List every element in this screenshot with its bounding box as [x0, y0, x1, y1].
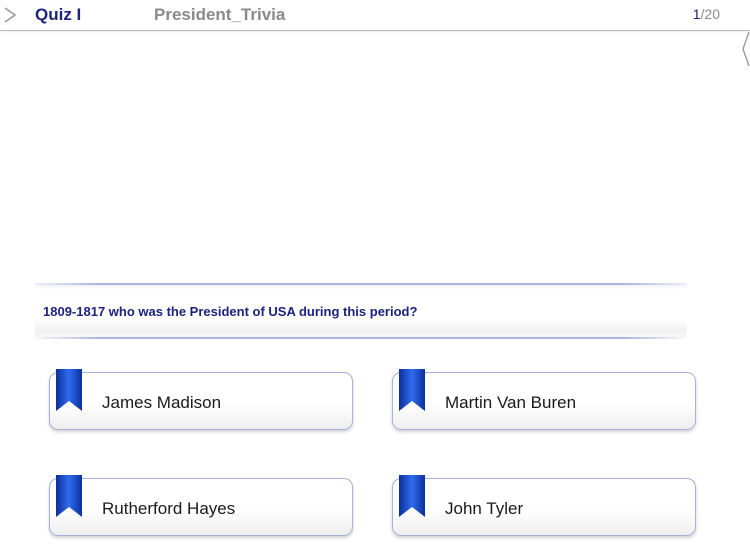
question-text: 1809-1817 who was the President of USA d…: [43, 304, 418, 319]
question-panel: 1809-1817 who was the President of USA d…: [35, 283, 687, 339]
bookmark-ribbon-icon: [56, 475, 82, 517]
bookmark-ribbon-icon: [56, 369, 82, 411]
answer-option-3[interactable]: Rutherford Hayes: [49, 475, 353, 536]
answer-option-2[interactable]: Martin Van Buren: [392, 369, 696, 430]
answer-option-1[interactable]: James Madison: [49, 369, 353, 430]
answer-option-4[interactable]: John Tyler: [392, 475, 696, 536]
bookmark-ribbon-icon: [399, 369, 425, 411]
answer-label: John Tyler: [445, 499, 524, 518]
answer-label: Martin Van Buren: [445, 393, 577, 412]
current-question-number: 1: [692, 6, 701, 22]
chevron-right-icon[interactable]: [3, 6, 17, 24]
quiz-label: Quiz I: [35, 5, 82, 24]
chevron-left-icon[interactable]: [742, 30, 750, 68]
question-counter: 1/20: [693, 6, 720, 22]
quiz-title: President_Trivia: [154, 5, 286, 24]
answer-label: Rutherford Hayes: [102, 499, 236, 518]
quiz-screen: Quiz I President_Trivia 1/20 1809-1817 w…: [0, 0, 750, 548]
bookmark-ribbon-icon: [399, 475, 425, 517]
top-bar: Quiz I President_Trivia 1/20: [0, 0, 750, 31]
answer-label: James Madison: [102, 393, 222, 412]
total-questions: /20: [700, 6, 720, 22]
